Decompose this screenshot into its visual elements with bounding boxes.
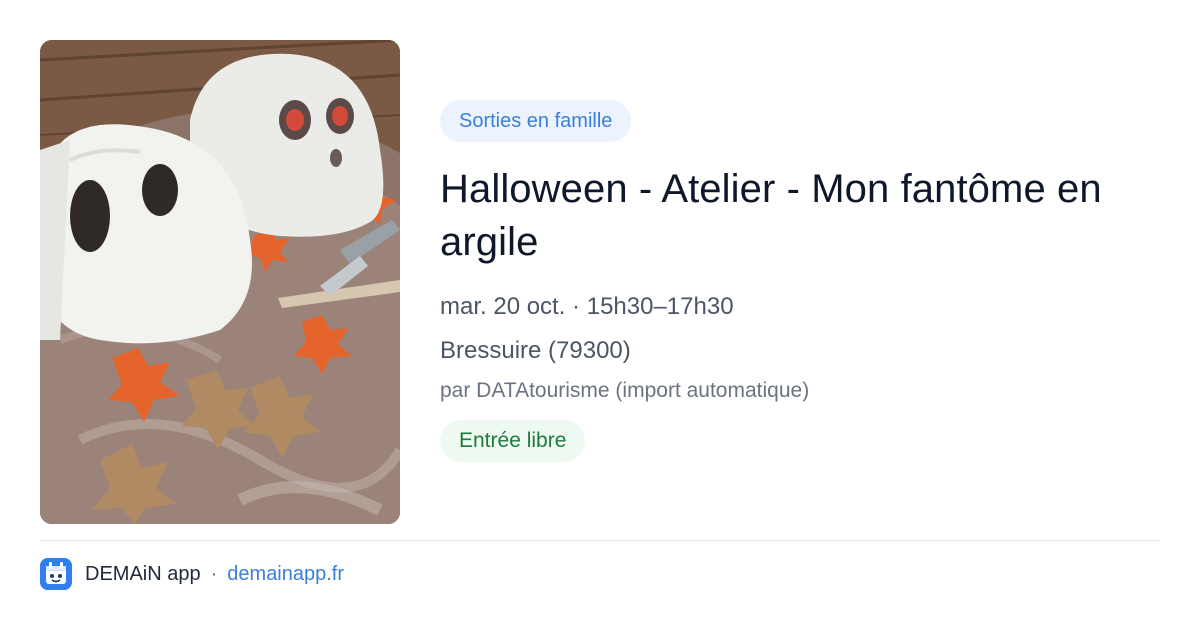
event-date-time: mar. 20 oct. · 15h30–17h30: [440, 293, 734, 320]
event-photo: [40, 40, 400, 524]
event-source: par DATAtourisme (import automatique): [440, 379, 810, 402]
category-badge[interactable]: Sorties en famille: [440, 100, 632, 142]
event-title[interactable]: Halloween - Atelier - Mon fantôme en arg…: [440, 163, 1160, 269]
footer-divider: [40, 540, 1160, 541]
footer-separator: ·: [210, 562, 218, 585]
price-badge: Entrée libre: [440, 420, 586, 462]
app-name: DEMAiN app: [85, 562, 201, 585]
footer: DEMAiN app · demainapp.fr: [40, 558, 344, 590]
event-preview-card[interactable]: Sorties en famille Halloween - Atelier -…: [0, 0, 1200, 630]
app-domain-link[interactable]: demainapp.fr: [227, 563, 344, 586]
event-details: Sorties en famille Halloween - Atelier -…: [440, 100, 1160, 462]
calendar-icon: [40, 558, 72, 590]
event-location: Bressuire (79300): [440, 337, 631, 364]
